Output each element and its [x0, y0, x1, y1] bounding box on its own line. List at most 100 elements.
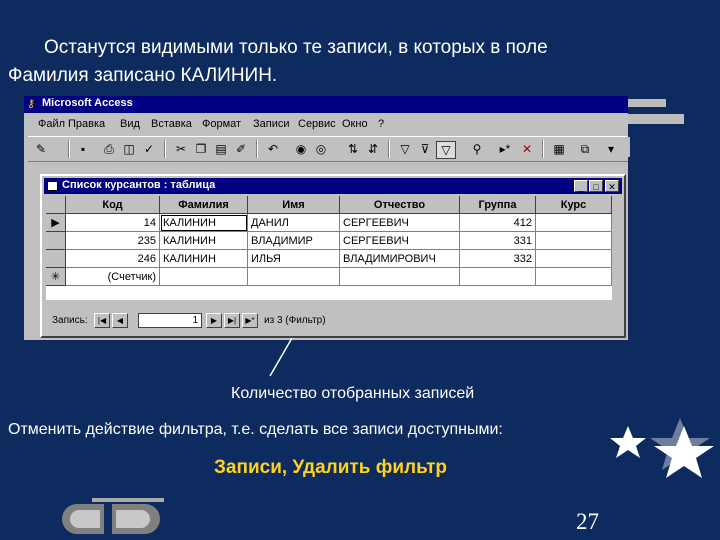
app-title: Microsoft Access	[42, 97, 133, 109]
menu-tools[interactable]: Сервис	[298, 118, 336, 130]
view-icon[interactable]: ✎	[32, 141, 50, 157]
sort-desc-icon[interactable]: ⇵	[364, 141, 382, 157]
cell-surname[interactable]: КАЛИНИН	[160, 232, 248, 250]
sort-asc-icon[interactable]: ⇅	[344, 141, 362, 157]
next-record-button[interactable]: ▶	[206, 313, 222, 328]
table-titlebar: Список курсантов : таблица _ □ ✕	[44, 178, 622, 194]
cell-group-new[interactable]	[460, 268, 536, 286]
new-record-icon[interactable]: ▸*	[496, 141, 514, 157]
column-header-surname[interactable]: Фамилия	[160, 196, 248, 214]
cell-surname-new[interactable]	[160, 268, 248, 286]
cell-patronymic-new[interactable]	[340, 268, 460, 286]
database-window-icon[interactable]: ⧉	[576, 141, 594, 157]
cell-name[interactable]: ДАНИЛ	[248, 214, 340, 232]
row-selector-header	[46, 196, 66, 214]
cell-code[interactable]: 235	[66, 232, 160, 250]
menu-window[interactable]: Окно	[342, 118, 368, 130]
decor-bar	[628, 137, 630, 157]
first-record-button[interactable]: |◀	[94, 313, 110, 328]
decor-bar	[628, 99, 666, 107]
row-selector[interactable]	[46, 232, 66, 250]
menu-view[interactable]: Вид	[120, 118, 140, 130]
record-label: Запись:	[52, 315, 88, 326]
close-button[interactable]: ✕	[605, 180, 619, 192]
cell-course[interactable]	[536, 214, 612, 232]
delete-record-icon[interactable]: ✕	[518, 141, 536, 157]
prev-record-button[interactable]: ◀	[112, 313, 128, 328]
cut-icon[interactable]: ✂	[172, 141, 190, 157]
minimize-button[interactable]: _	[574, 180, 588, 192]
column-header-course[interactable]: Курс	[536, 196, 612, 214]
find-icon[interactable]: ⚲	[468, 141, 486, 157]
toolbar-separator	[388, 140, 390, 158]
access-window: ⚷ Microsoft Access Файл Правка Вид Встав…	[24, 96, 628, 340]
cell-name-new[interactable]	[248, 268, 340, 286]
filter-selection-icon[interactable]: ▽	[396, 141, 414, 157]
cell-course[interactable]	[536, 250, 612, 268]
properties-icon[interactable]: ▦	[550, 141, 568, 157]
intro-line-1: Останутся видимыми только те записи, в к…	[44, 37, 548, 58]
decor-bar	[92, 498, 164, 502]
menu-file[interactable]: Файл	[38, 118, 65, 130]
filter-form-icon[interactable]: ⊽	[416, 141, 434, 157]
menu-format[interactable]: Формат	[202, 118, 241, 130]
new-record-button[interactable]: ▶*	[242, 313, 258, 328]
cell-surname[interactable]: КАЛИНИН	[160, 250, 248, 268]
cell-name[interactable]: ВЛАДИМИР	[248, 232, 340, 250]
column-header-name[interactable]: Имя	[248, 196, 340, 214]
maximize-button[interactable]: □	[589, 180, 603, 192]
cell-code[interactable]: 14	[66, 214, 160, 232]
prev-slide-button[interactable]	[62, 504, 104, 534]
copy-icon[interactable]: ❐	[192, 141, 210, 157]
filtered-count-caption: Количество отобранных записей	[231, 385, 475, 402]
table-icon	[47, 181, 58, 191]
cell-patronymic[interactable]: ВЛАДИМИРОВИЧ	[340, 250, 460, 268]
apply-filter-icon[interactable]: ▽	[436, 141, 456, 159]
menu-records[interactable]: Записи	[253, 118, 290, 130]
cell-code[interactable]: 246	[66, 250, 160, 268]
cell-group[interactable]: 332	[460, 250, 536, 268]
column-header-group[interactable]: Группа	[460, 196, 536, 214]
menu-edit[interactable]: Правка	[68, 118, 105, 130]
menu-help[interactable]: ?	[378, 118, 384, 130]
cell-patronymic[interactable]: СЕРГЕЕВИЧ	[340, 232, 460, 250]
toolbar-separator	[164, 140, 166, 158]
new-object-icon[interactable]: ▾	[602, 141, 620, 157]
print-icon[interactable]: ⎙	[100, 141, 118, 157]
next-slide-button[interactable]	[112, 504, 160, 534]
format-painter-icon[interactable]: ✐	[232, 141, 250, 157]
toolbar-separator	[68, 140, 70, 158]
app-titlebar: ⚷ Microsoft Access	[24, 96, 628, 113]
hyperlink-icon[interactable]: ◉	[292, 141, 310, 157]
new-record-selector[interactable]: ✳	[46, 268, 66, 286]
preview-icon[interactable]: ◫	[120, 141, 138, 157]
decor-bar	[628, 114, 684, 124]
row-selector-current[interactable]: ▶	[46, 214, 66, 232]
menu-bar: Файл Правка Вид Вставка Формат Записи Се…	[24, 116, 628, 134]
undo-icon[interactable]: ↶	[264, 141, 282, 157]
cell-surname[interactable]: КАЛИНИН	[160, 214, 248, 232]
web-icon[interactable]: ◎	[312, 141, 330, 157]
intro-line-2: Фамилия записано КАЛИНИН.	[8, 65, 278, 86]
save-icon[interactable]: ▪	[74, 141, 92, 157]
cell-course[interactable]	[536, 232, 612, 250]
cell-name[interactable]: ИЛЬЯ	[248, 250, 340, 268]
table-title: Список курсантов : таблица	[62, 179, 216, 191]
record-number-field[interactable]: 1	[138, 313, 202, 328]
row-selector[interactable]	[46, 250, 66, 268]
cell-code-autonumber[interactable]: (Счетчик)	[66, 268, 160, 286]
paste-icon[interactable]: ▤	[212, 141, 230, 157]
spell-icon[interactable]: ✓	[140, 141, 158, 157]
page-number: 27	[576, 509, 599, 534]
last-record-button[interactable]: ▶|	[224, 313, 240, 328]
cell-patronymic[interactable]: СЕРГЕЕВИЧ	[340, 214, 460, 232]
menu-insert[interactable]: Вставка	[151, 118, 192, 130]
cell-group[interactable]: 331	[460, 232, 536, 250]
column-header-code[interactable]: Код	[66, 196, 160, 214]
stars-decoration	[610, 418, 714, 478]
remove-filter-instruction: Отменить действие фильтра, т.е. сделать …	[8, 421, 503, 438]
pointer-line	[269, 337, 293, 377]
column-header-patronymic[interactable]: Отчество	[340, 196, 460, 214]
cell-course-new[interactable]	[536, 268, 612, 286]
cell-group[interactable]: 412	[460, 214, 536, 232]
